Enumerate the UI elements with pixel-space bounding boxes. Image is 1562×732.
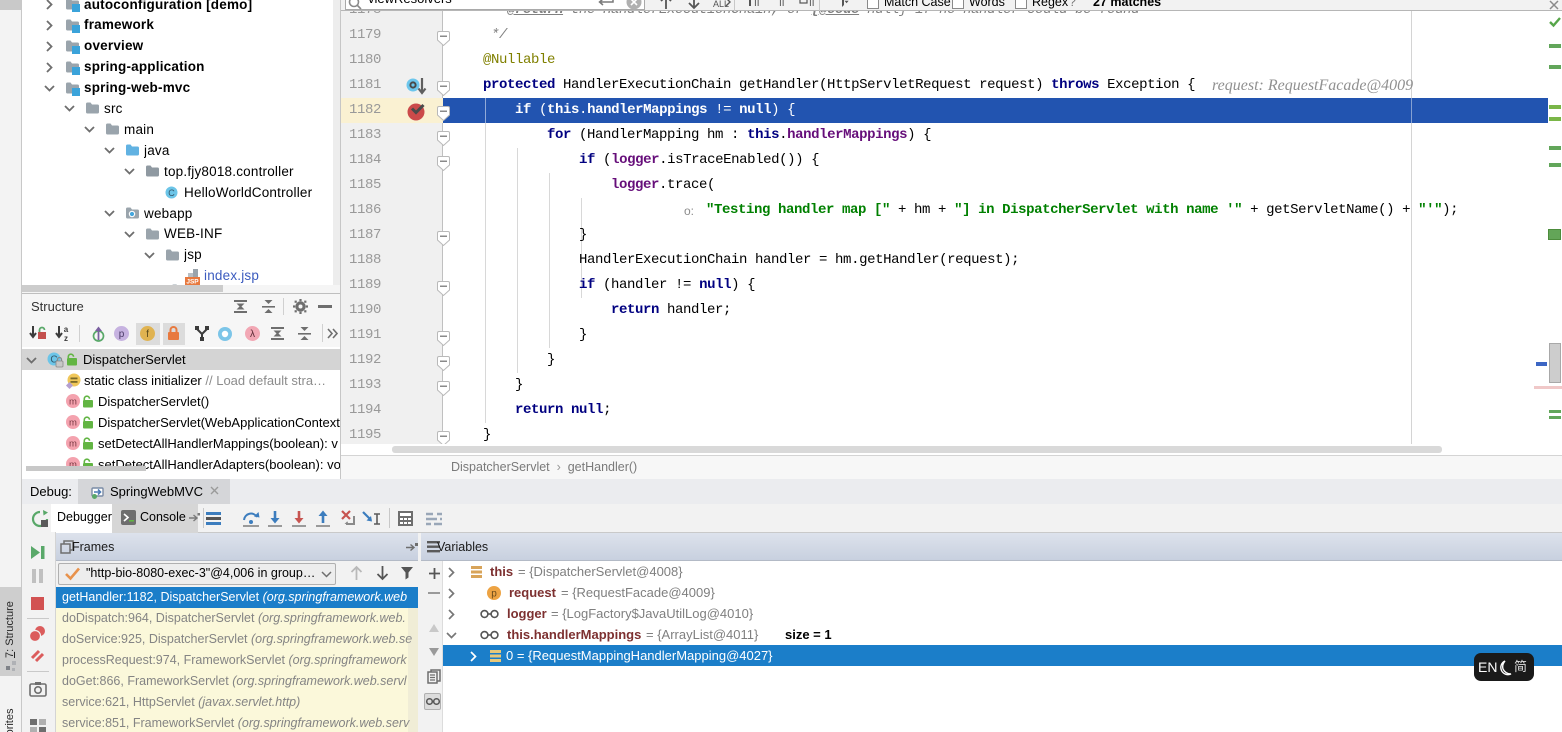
svg-text:II: II [754,0,760,9]
svg-text:m: m [69,396,77,407]
svg-text:λ: λ [250,329,255,340]
svg-text:z: z [64,334,68,343]
svg-text:m: m [69,417,77,428]
svg-text:m: m [69,438,77,449]
svg-text:a: a [64,325,69,334]
svg-text:C: C [168,188,175,198]
svg-text:p: p [119,329,125,340]
svg-text:f: f [146,329,149,340]
svg-text:II: II [809,0,815,9]
svg-text:II: II [779,0,785,9]
